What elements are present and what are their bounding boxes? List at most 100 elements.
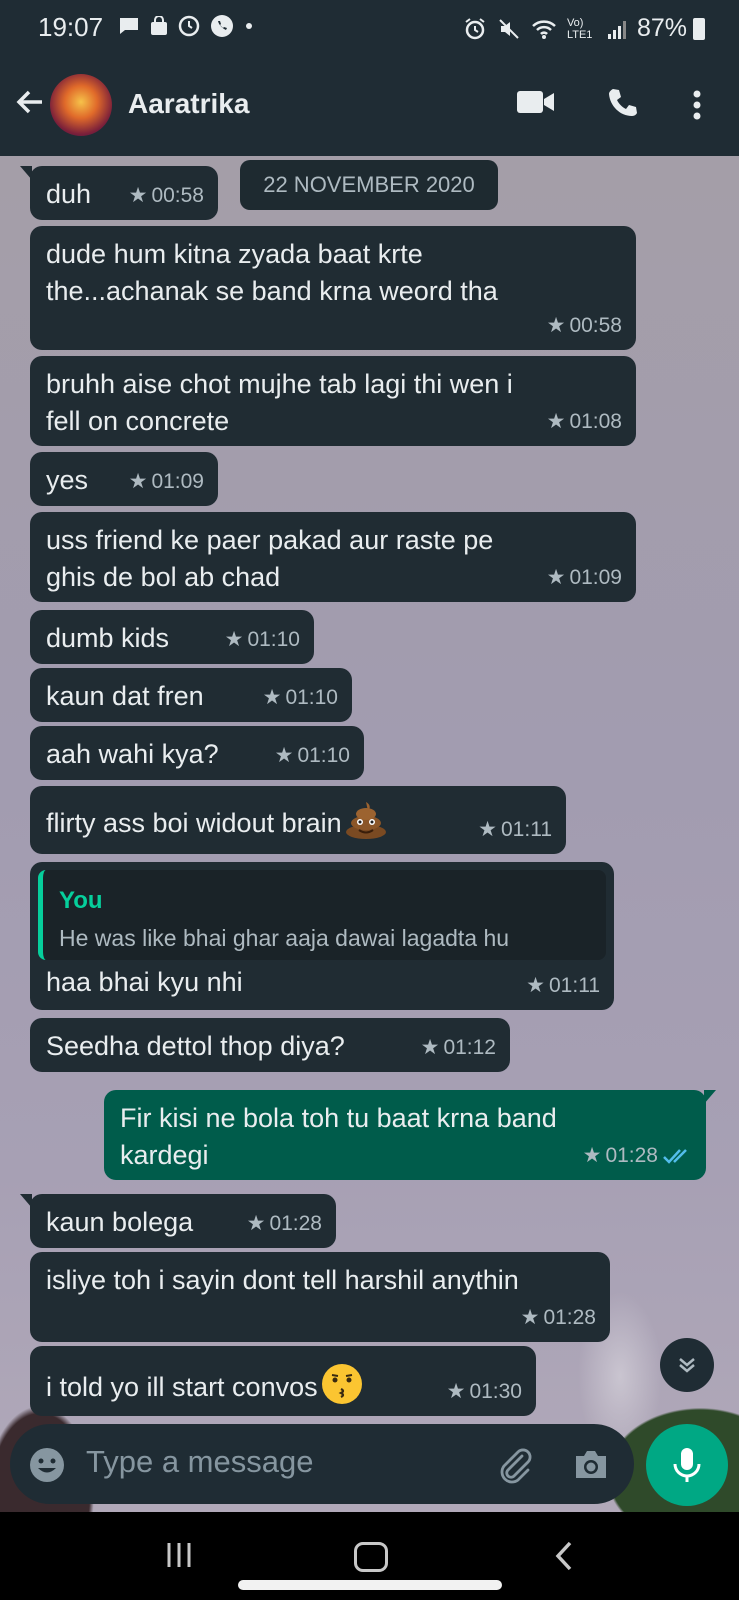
message-text: i told yo ill start convos bbox=[46, 1362, 364, 1416]
message-bubble[interactable]: uss friend ke paer pakad aur raste pe ghi… bbox=[30, 512, 636, 602]
message-meta: ★ 01:09 bbox=[547, 559, 622, 596]
star-icon: ★ bbox=[546, 410, 566, 433]
outgoing-message-bubble[interactable]: Fir kisi ne bola toh tu baat krna band ka… bbox=[104, 1090, 716, 1180]
message-line: i told yo ill start convos bbox=[46, 1372, 318, 1403]
message-meta: ★ 01:30 bbox=[447, 1373, 522, 1410]
message-meta: ★ 01:28 bbox=[521, 1299, 596, 1336]
message-text: uss friend ke paer pakad aur raste pe ghi… bbox=[46, 522, 493, 596]
reply-message-bubble[interactable]: You He was like bhai ghar aaja dawai lag… bbox=[30, 862, 614, 1010]
home-button[interactable] bbox=[354, 1542, 388, 1572]
star-icon: ★ bbox=[262, 686, 282, 709]
message-text: duh bbox=[46, 179, 92, 209]
star-icon: ★ bbox=[224, 628, 244, 651]
message-text: kaun bolega bbox=[46, 1207, 194, 1237]
message-time: 01:10 bbox=[297, 744, 350, 767]
avatar[interactable] bbox=[50, 74, 112, 136]
message-time: 01:11 bbox=[549, 974, 600, 997]
message-bubble[interactable]: kaun dat fren ★ 01:10 bbox=[30, 668, 352, 722]
message-bubble[interactable]: yes ★ 01:09 bbox=[30, 452, 218, 506]
battery-icon bbox=[693, 18, 705, 40]
message-text: haa bhai kyu nhi bbox=[46, 967, 243, 997]
message-meta: ★ 01:11 bbox=[526, 967, 600, 1004]
quote-text: He was like bhai ghar aaja dawai lagadta… bbox=[59, 925, 510, 951]
star-icon: ★ bbox=[446, 1380, 466, 1403]
network-label: Vo) LTE1 bbox=[566, 16, 593, 41]
gesture-handle[interactable] bbox=[238, 1580, 502, 1590]
message-meta: ★ 01:08 bbox=[547, 403, 622, 440]
message-bubble[interactable]: flirty ass boi widout brain ★ 01:11 bbox=[30, 786, 566, 854]
message-bubble[interactable]: isliye toh i sayin dont tell harshil any… bbox=[30, 1252, 610, 1342]
message-input[interactable]: Type a message bbox=[86, 1444, 313, 1480]
status-bar: 19:07 Vo) LTE1 87% bbox=[0, 0, 739, 56]
system-back-icon[interactable] bbox=[552, 1540, 576, 1572]
mute-icon bbox=[499, 18, 519, 39]
system-navigation-bar bbox=[0, 1512, 739, 1600]
message-bubble[interactable]: duh ★ 00:58 bbox=[20, 166, 218, 220]
star-icon: ★ bbox=[582, 1144, 602, 1167]
message-meta: ★ 01:28 bbox=[247, 1205, 322, 1242]
message-line: ghis de bol ab chad bbox=[46, 562, 281, 592]
camera-icon[interactable] bbox=[572, 1448, 610, 1482]
message-bubble[interactable]: bruhh aise chot mujhe tab lagi thi wen i… bbox=[30, 356, 636, 446]
message-text: dumb kids bbox=[46, 623, 170, 653]
back-arrow-icon[interactable] bbox=[14, 86, 46, 118]
microphone-icon bbox=[673, 1448, 701, 1482]
message-bubble[interactable]: dumb kids ★ 01:10 bbox=[30, 610, 314, 664]
more-options-icon[interactable] bbox=[692, 90, 702, 120]
attach-icon[interactable] bbox=[496, 1446, 534, 1484]
message-time: 01:09 bbox=[569, 566, 622, 589]
message-meta: ★ 01:10 bbox=[275, 737, 350, 774]
message-line: the...achanak se band krna weord tha bbox=[46, 276, 498, 306]
message-text: aah wahi kya? bbox=[46, 739, 219, 769]
dot-icon bbox=[246, 23, 252, 29]
voice-message-button[interactable] bbox=[646, 1424, 728, 1506]
message-time: 01:28 bbox=[543, 1306, 596, 1329]
phone-call-icon[interactable] bbox=[606, 86, 640, 120]
chat-area[interactable]: 22 NOVEMBER 2020 duh ★ 00:58 dude hum kit… bbox=[0, 156, 739, 1512]
message-bubble[interactable]: aah wahi kya? ★ 01:10 bbox=[30, 726, 364, 780]
message-time: 01:28 bbox=[269, 1212, 322, 1235]
whatsapp-notification-icon bbox=[211, 15, 233, 37]
message-line: fell on concrete bbox=[46, 406, 230, 436]
message-meta: ★ 00:58 bbox=[547, 307, 622, 344]
shopping-bag-icon bbox=[151, 16, 167, 35]
message-bubble[interactable]: dude hum kitna zyada baat krte the...acha… bbox=[30, 226, 636, 350]
message-text: flirty ass boi widout brain bbox=[46, 800, 388, 850]
quoted-message[interactable]: You He was like bhai ghar aaja dawai lag… bbox=[38, 870, 606, 960]
star-icon: ★ bbox=[128, 184, 148, 207]
message-bubble[interactable]: Seedha dettol thop diya? ★ 01:12 bbox=[30, 1018, 510, 1072]
quote-author: You bbox=[59, 887, 103, 914]
message-text: Fir kisi ne bola toh tu baat krna band ka… bbox=[120, 1100, 557, 1174]
emoji-icon[interactable] bbox=[28, 1446, 66, 1484]
star-icon: ★ bbox=[420, 1036, 440, 1059]
message-time: 01:10 bbox=[247, 628, 300, 651]
video-call-icon[interactable] bbox=[516, 88, 556, 116]
message-text: isliye toh i sayin dont tell harshil any… bbox=[46, 1265, 519, 1295]
recent-apps-icon[interactable] bbox=[164, 1540, 194, 1570]
message-text: bruhh aise chot mujhe tab lagi thi wen i… bbox=[46, 366, 513, 440]
message-bubble[interactable]: i told yo ill start convos ★ 01:30 bbox=[30, 1346, 536, 1416]
poop-emoji-icon bbox=[344, 800, 388, 850]
star-icon: ★ bbox=[546, 566, 566, 589]
message-time: 01:09 bbox=[151, 470, 204, 493]
message-meta: ★ 01:09 bbox=[129, 463, 204, 500]
chat-notification-icon bbox=[120, 18, 138, 34]
date-chip: 22 NOVEMBER 2020 bbox=[240, 160, 498, 210]
contact-name[interactable]: Aaratrika bbox=[128, 88, 249, 120]
star-icon: ★ bbox=[274, 744, 294, 767]
message-composer[interactable]: Type a message bbox=[10, 1424, 634, 1504]
message-text: Seedha dettol thop diya? bbox=[46, 1031, 345, 1061]
message-time: 00:58 bbox=[569, 314, 622, 337]
message-time: 01:10 bbox=[285, 686, 338, 709]
star-icon: ★ bbox=[128, 470, 148, 493]
read-ticks-icon bbox=[663, 1148, 687, 1164]
message-time: 01:12 bbox=[443, 1036, 496, 1059]
message-bubble[interactable]: kaun bolega ★ 01:28 bbox=[20, 1194, 336, 1248]
scroll-to-bottom-button[interactable] bbox=[660, 1338, 714, 1392]
message-meta: ★ 01:10 bbox=[225, 621, 300, 658]
status-notification-icons bbox=[118, 14, 254, 38]
message-time: 01:28 bbox=[605, 1144, 658, 1167]
message-meta: ★ 00:58 bbox=[129, 177, 204, 214]
message-text: yes bbox=[46, 465, 89, 495]
double-chevron-down-icon bbox=[679, 1358, 695, 1373]
